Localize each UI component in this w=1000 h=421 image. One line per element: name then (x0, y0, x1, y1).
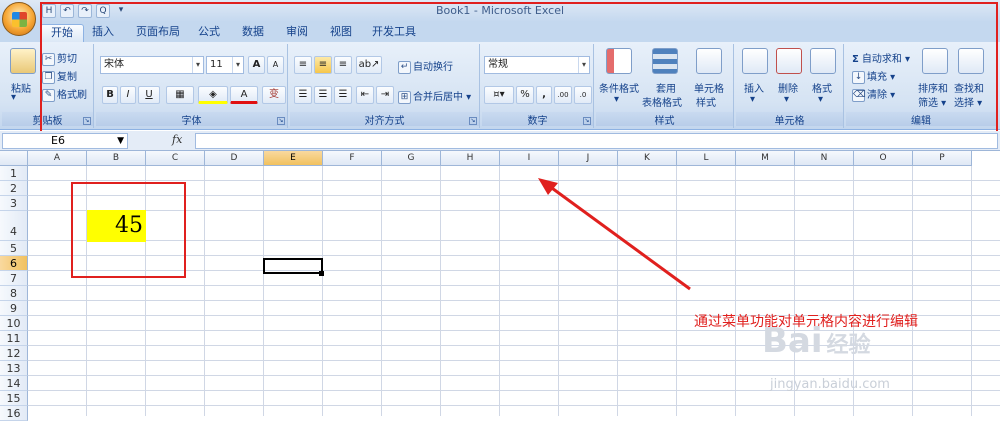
office-logo-icon (12, 12, 27, 27)
watermark-brand: Bai (762, 321, 823, 361)
cell-reference: E6 (51, 134, 65, 147)
paste-icon[interactable] (10, 48, 36, 74)
watermark-brand-cn: 经验 (826, 333, 871, 358)
formula-input[interactable] (195, 133, 998, 149)
watermark-url: jingyan.baidu.com (770, 377, 890, 392)
insert-function-icon[interactable]: fx (172, 133, 190, 149)
formula-bar: E6 ▼ fx (0, 131, 1000, 151)
office-button[interactable] (2, 2, 36, 36)
paste-dropdown-icon[interactable]: ▾ (11, 92, 16, 103)
chevron-down-icon[interactable]: ▼ (117, 134, 124, 148)
watermark-logo: Bai 经验 (762, 321, 871, 361)
worksheet-grid[interactable]: ABCDEFGHIJKLMNOP 1 2 3 4 5 6 7 8 9 10 11 12 13 14 15 16… (0, 151, 1000, 421)
name-box[interactable]: E6 ▼ (2, 133, 128, 149)
